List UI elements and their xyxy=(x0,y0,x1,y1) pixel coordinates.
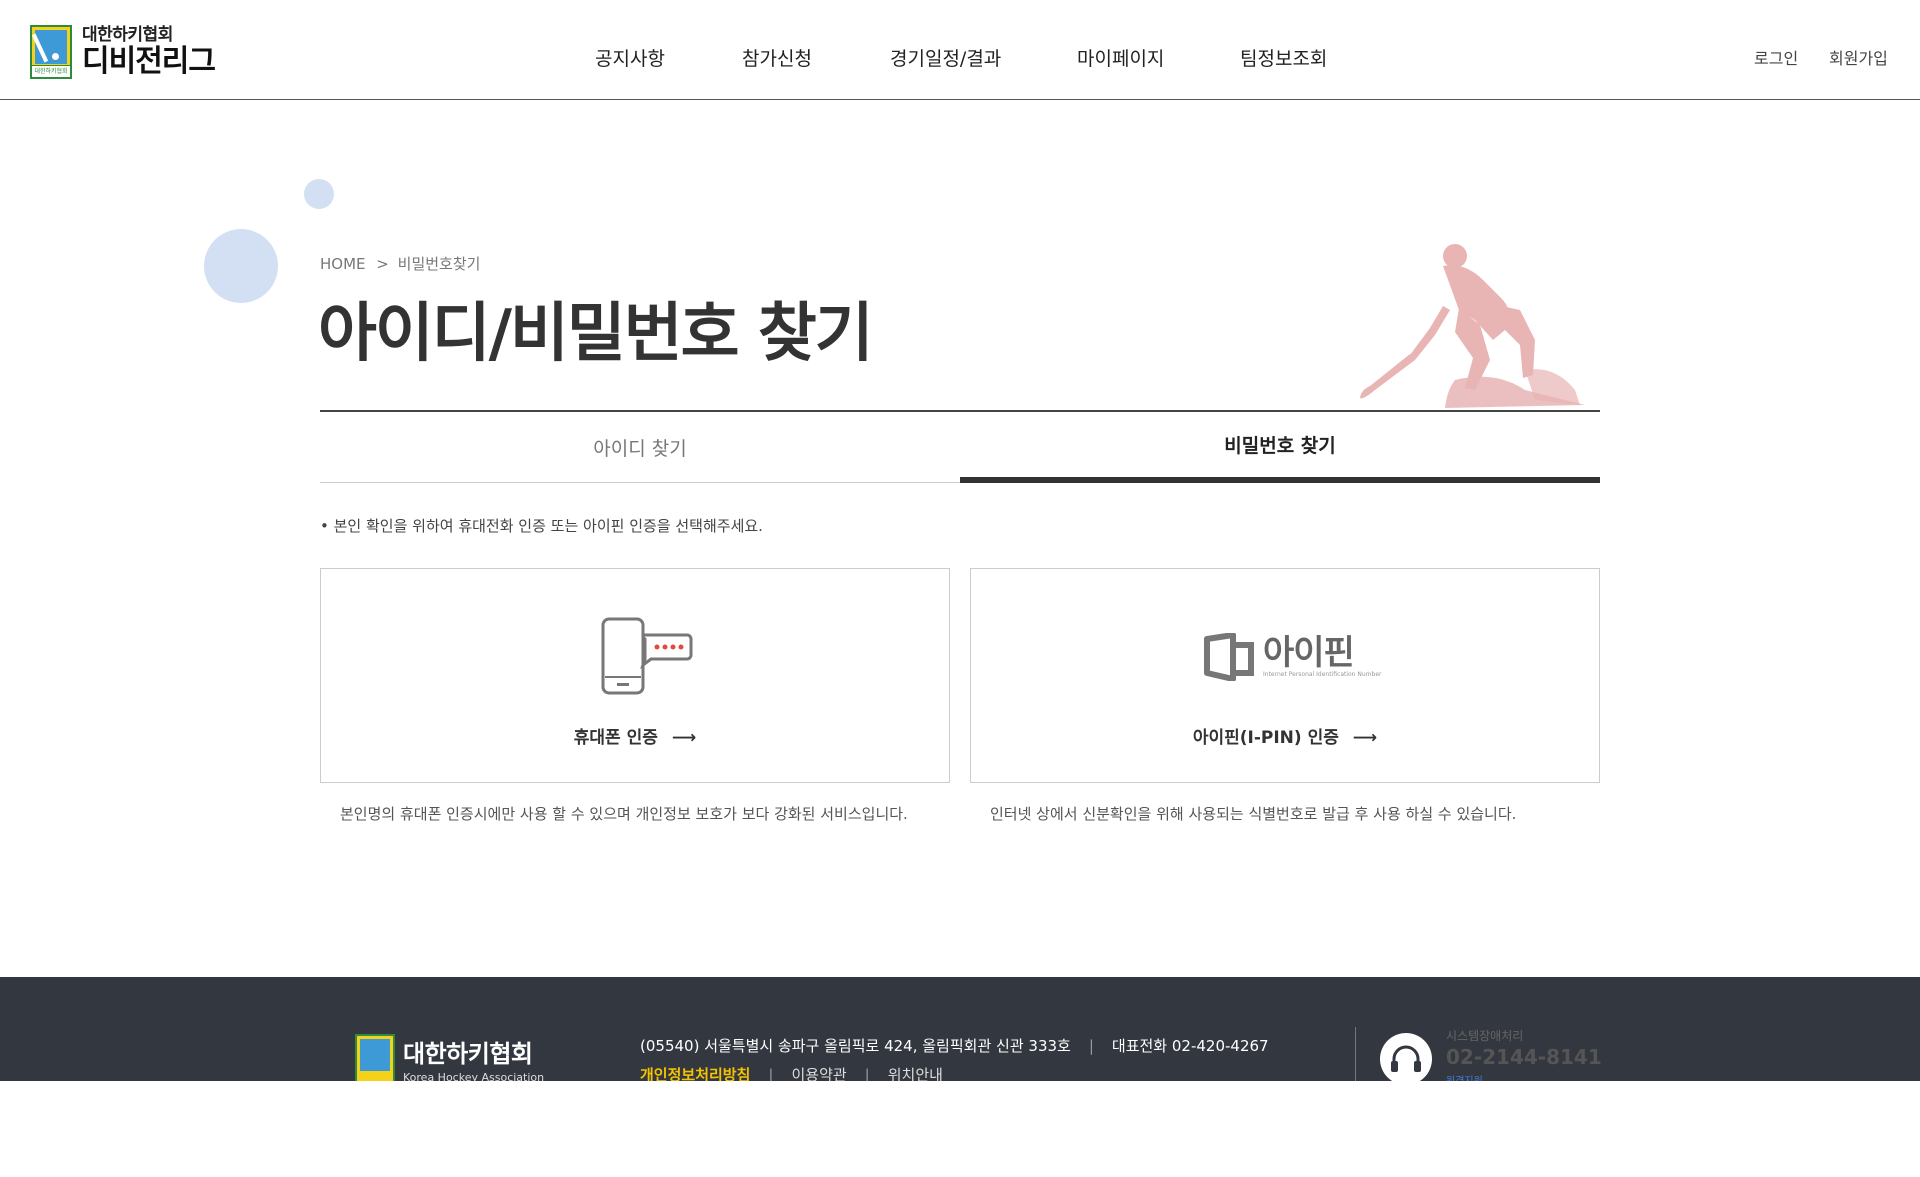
login-link[interactable]: 로그인 xyxy=(1754,45,1798,69)
privacy-policy-link[interactable]: 개인정보처리방침 xyxy=(640,1066,750,1081)
help-phone: 02-2144-8141 xyxy=(1446,1045,1602,1069)
footer-divider xyxy=(1355,1027,1356,1081)
nav-item-schedule[interactable]: 경기일정/결과 xyxy=(890,44,1001,71)
footer-address: (05540) 서울특별시 송파구 올림픽로 424, 올림픽회관 신관 333… xyxy=(640,1037,1269,1055)
footer-org-name: 대한하키협회 xyxy=(403,1040,533,1068)
nav-item-apply[interactable]: 참가신청 xyxy=(742,44,812,71)
phone-auth-card[interactable]: 휴대폰 인증 ⟶ xyxy=(320,568,950,783)
arrow-right-icon: ⟶ xyxy=(671,728,697,748)
breadcrumb-home[interactable]: HOME xyxy=(320,255,366,273)
ipin-logo: 아이핀 Internet Personal Identification Num… xyxy=(1203,633,1382,681)
location-link[interactable]: 위치안내 xyxy=(888,1066,943,1081)
breadcrumb: HOME > 비밀번호찾기 xyxy=(320,253,480,274)
logo-org-name: 대한하키협회 xyxy=(82,25,173,45)
nav-item-mypage[interactable]: 마이페이지 xyxy=(1077,44,1164,71)
main-nav: 공지사항 참가신청 경기일정/결과 마이페이지 팀정보조회 xyxy=(0,44,1920,71)
footer-phone: 대표전화 02-420-4267 xyxy=(1111,1037,1269,1055)
tab-find-id[interactable]: 아이디 찾기 xyxy=(320,412,960,483)
breadcrumb-separator: > xyxy=(376,255,389,273)
headset-icon xyxy=(1380,1033,1432,1081)
terms-link[interactable]: 이용약관 xyxy=(791,1066,846,1081)
decor-circle-large xyxy=(204,229,278,303)
hockey-player-illustration xyxy=(1360,244,1585,408)
nav-item-team-info[interactable]: 팀정보조회 xyxy=(1240,44,1327,71)
phone-auth-label: 휴대폰 인증 ⟶ xyxy=(573,728,697,748)
site-footer: 대한하키협회 Korea Hockey Association (05540) … xyxy=(0,977,1920,1081)
phone-auth-description: 본인명의 휴대폰 인증시에만 사용 할 수 있으며 개인정보 보호가 보다 강화… xyxy=(340,805,908,823)
footer-links: 개인정보처리방침 | 이용약관 | 위치안내 xyxy=(640,1064,943,1081)
ipin-auth-card[interactable]: 아이핀 Internet Personal Identification Num… xyxy=(970,568,1600,783)
ipin-logo-text: 아이핀 xyxy=(1263,633,1355,673)
find-tabs: 아이디 찾기 비밀번호 찾기 xyxy=(320,410,1600,483)
breadcrumb-current: 비밀번호찾기 xyxy=(397,255,481,273)
ipin-auth-label: 아이핀(I-PIN) 인증 ⟶ xyxy=(1192,728,1378,748)
remote-support-link[interactable]: 원격지원 xyxy=(1446,1072,1483,1081)
auth-notice: • 본인 확인을 위하여 휴대전화 인증 또는 아이핀 인증을 선택해주세요. xyxy=(320,517,763,535)
nav-item-notice[interactable]: 공지사항 xyxy=(595,44,665,71)
phone-icon xyxy=(601,617,693,695)
help-label: 시스템장애처리 xyxy=(1446,1029,1524,1043)
signup-link[interactable]: 회원가입 xyxy=(1829,45,1888,69)
footer-org-name-en: Korea Hockey Association xyxy=(403,1071,545,1081)
ipin-logo-icon xyxy=(1204,633,1254,681)
site-header: 대한하키협회 대한하키협회 디비전리그 공지사항 참가신청 경기일정/결과 마이… xyxy=(0,0,1920,100)
tab-find-password[interactable]: 비밀번호 찾기 xyxy=(960,412,1600,483)
hockey-emblem-icon xyxy=(355,1034,395,1081)
decor-circle-small xyxy=(304,179,334,209)
arrow-right-icon: ⟶ xyxy=(1352,728,1378,748)
ipin-auth-description: 인터넷 상에서 신분확인을 위해 사용되는 식별번호로 발급 후 사용 하실 수… xyxy=(990,805,1517,823)
footer-logo: 대한하키협회 Korea Hockey Association xyxy=(355,1034,544,1081)
page-title: 아이디/비밀번호 찾기 xyxy=(318,297,874,371)
ipin-logo-sub: Internet Personal Identification Number xyxy=(1263,671,1382,678)
